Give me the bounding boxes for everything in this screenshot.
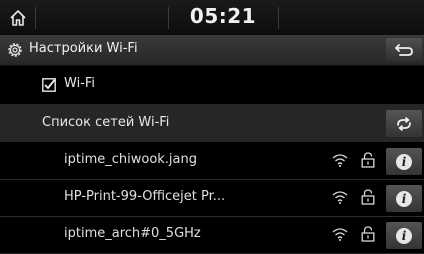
status-bar: 05:21 xyxy=(0,0,424,35)
network-row[interactable]: iptime_chiwook.jang i xyxy=(0,143,424,180)
lock-icon xyxy=(361,152,375,168)
back-button[interactable] xyxy=(386,38,422,62)
wifi-signal-icon xyxy=(332,191,348,204)
refresh-icon xyxy=(397,116,411,131)
page-title: Настройки Wi-Fi xyxy=(29,41,138,56)
lock-icon xyxy=(361,226,375,242)
info-icon: i xyxy=(396,153,412,170)
network-list-header: Список сетей Wi-Fi xyxy=(0,104,424,142)
divider xyxy=(35,7,36,29)
network-ssid: iptime_chiwook.jang xyxy=(64,152,198,167)
wifi-signal-icon xyxy=(332,154,348,167)
wifi-signal-icon xyxy=(332,228,348,241)
wifi-toggle-row[interactable]: Wi-Fi xyxy=(0,66,424,102)
home-icon xyxy=(9,9,26,26)
refresh-button[interactable] xyxy=(386,110,422,137)
network-info-button[interactable]: i xyxy=(386,148,422,175)
back-arrow-icon xyxy=(395,44,413,56)
lock-icon xyxy=(361,189,375,205)
network-info-button[interactable]: i xyxy=(386,222,422,249)
title-bar: Настройки Wi-Fi xyxy=(0,35,424,66)
wifi-toggle-label: Wi-Fi xyxy=(64,76,96,91)
network-info-button[interactable]: i xyxy=(386,185,422,212)
home-button[interactable] xyxy=(0,0,35,35)
info-icon: i xyxy=(396,190,412,207)
network-row[interactable]: iptime_arch#0_5GHz i xyxy=(0,217,424,254)
clock: 05:21 xyxy=(189,4,257,28)
network-row[interactable]: HP-Print-99-Officejet Pr... i xyxy=(0,180,424,217)
network-list-title: Список сетей Wi-Fi xyxy=(42,115,170,130)
divider xyxy=(278,7,279,29)
network-ssid: HP-Print-99-Officejet Pr... xyxy=(64,189,226,204)
info-icon: i xyxy=(396,227,412,244)
gear-icon xyxy=(8,43,22,57)
wifi-checkbox[interactable] xyxy=(42,78,56,92)
network-ssid: iptime_arch#0_5GHz xyxy=(64,226,201,241)
